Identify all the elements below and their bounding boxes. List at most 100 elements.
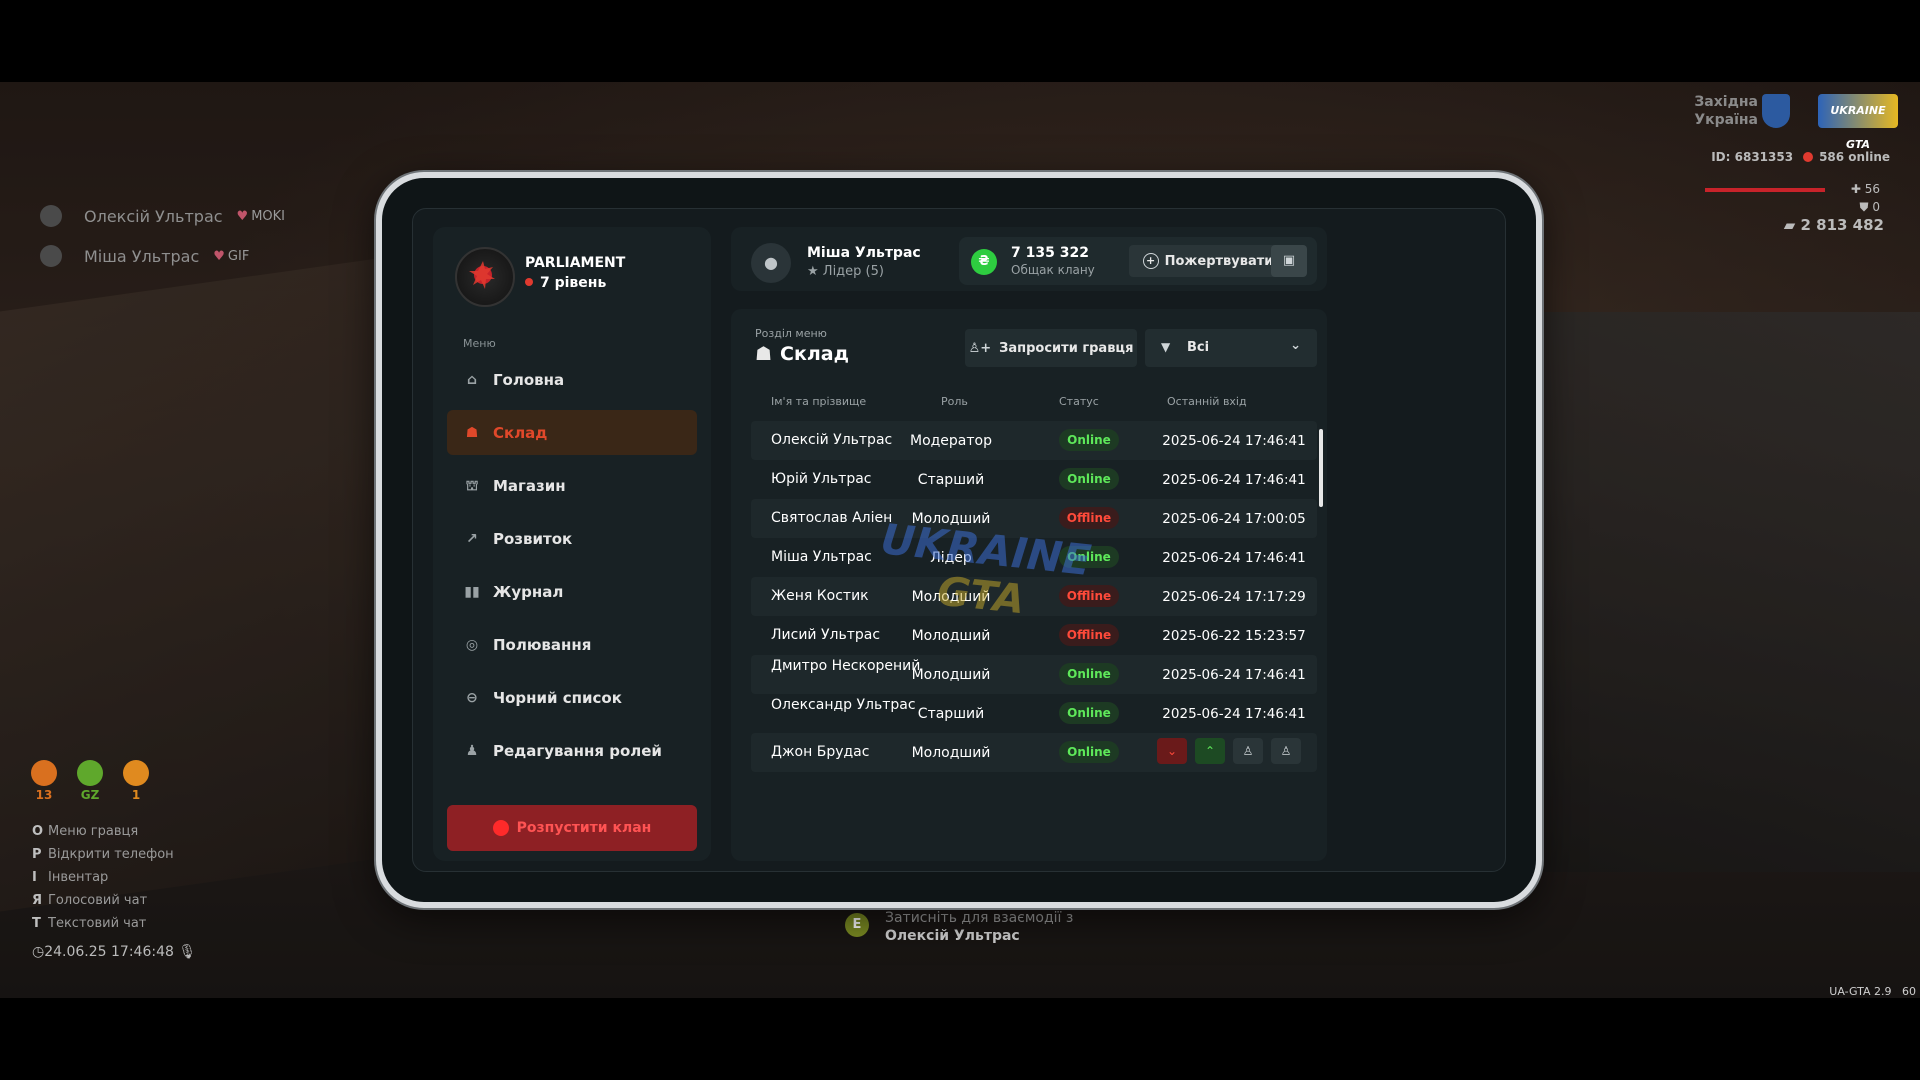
chart-icon: ↗ <box>466 530 478 547</box>
column-header-status: Статус <box>1059 395 1099 408</box>
treasury-label: Общак клану <box>1011 263 1095 277</box>
column-header-name: Ім'я та прізвище <box>771 395 867 408</box>
kick-button[interactable]: ♙ <box>1233 738 1263 764</box>
invite-player-button[interactable]: ♙+ Запросити гравця <box>965 329 1137 367</box>
chat-entry: Міша Ультрас ♥ GIF <box>40 236 285 276</box>
keybind-row: I Інвентар <box>32 870 109 885</box>
demote-button[interactable]: ⌄ <box>1157 738 1187 764</box>
members-icon: ☗ <box>465 424 479 441</box>
sidebar-item-log[interactable]: ▮▮ Журнал <box>447 569 697 614</box>
region-shield-icon <box>1762 94 1790 128</box>
column-header-last-login: Останній вхід <box>1167 395 1247 408</box>
avatar <box>40 245 62 267</box>
interact-key-icon: E <box>845 913 869 937</box>
armor-value: ⛊ 0 <box>1859 200 1880 214</box>
server-logo: UKRAINE GTA <box>1818 94 1898 151</box>
hud-stats: 13 GZ 1 <box>30 760 150 802</box>
clan-emblem-icon <box>469 261 495 289</box>
status-badge: Online <box>1059 468 1119 490</box>
status-badge: Online <box>1059 741 1119 763</box>
keybind-row: P Відкрити телефон <box>32 847 174 862</box>
stat-indicator: GZ <box>76 760 104 802</box>
prompt-target: Олексій Ультрас <box>885 928 1020 944</box>
star-icon: ★ <box>807 264 819 279</box>
user-edit-icon: ♟ <box>465 742 479 759</box>
wallet-button[interactable]: ▣ <box>1271 245 1307 277</box>
sidebar-item-hunting[interactable]: ◎ Полювання <box>447 622 697 667</box>
chat-entry: Олексій Ультрас ♥ MOKI <box>40 196 285 236</box>
clan-level: 7 рівень <box>525 275 606 291</box>
sidebar: PARLIAMENT 7 рівень Меню ⌂ Головна ☗ Склад… <box>433 227 711 861</box>
clan-logo <box>455 247 515 307</box>
table-header: Ім'я та прізвище Роль Статус Останній вх… <box>751 395 1317 415</box>
heart-icon: ♥ <box>236 208 249 224</box>
clock-icon: ◷ <box>32 944 45 960</box>
avatar: ● <box>751 243 791 283</box>
disband-clan-button[interactable]: Розпустити клан <box>447 805 697 851</box>
level-dot-icon <box>525 278 533 286</box>
sidebar-item-edit-roles[interactable]: ♟ Редагування ролей <box>447 728 697 773</box>
table-row[interactable]: Джон Брудас Молодший Online ⌄ ⌃ ♙ ♙ <box>751 733 1317 772</box>
chevron-down-icon: ⌄ <box>1166 744 1178 758</box>
sidebar-item-members[interactable]: ☗ Склад <box>447 410 697 455</box>
donate-button[interactable]: + Пожертвувати <box>1129 245 1287 277</box>
chevron-down-icon: ⌄ <box>1290 338 1301 353</box>
user-icon: ● <box>764 253 778 272</box>
chevron-up-icon: ⌃ <box>1204 744 1216 758</box>
promote-button[interactable]: ⌃ <box>1195 738 1225 764</box>
tablet-frame: PARLIAMENT 7 рівень Меню ⌂ Головна ☗ Склад… <box>376 172 1542 908</box>
block-icon: ⊖ <box>466 689 478 706</box>
microphone-icon: 🎙 <box>178 944 197 960</box>
status-filter-select[interactable]: ▼ Всі ⌄ <box>1145 329 1317 367</box>
avatar <box>40 205 62 227</box>
health-bar <box>1705 188 1825 192</box>
player-name: Міша Ультрас <box>807 245 921 261</box>
keybind-row: Я Голосовий чат <box>32 893 148 908</box>
interaction-prompt: E Затисніть для взаємодії з Олексій Ульт… <box>845 910 1073 944</box>
stat-indicator: 13 <box>30 760 58 802</box>
filter-icon: ▼ <box>1161 340 1171 354</box>
online-dot-icon <box>1803 152 1814 162</box>
add-user-icon: ♙+ <box>968 340 992 356</box>
section-label: Розділ меню <box>755 327 827 340</box>
sidebar-item-home[interactable]: ⌂ Головна <box>447 357 697 402</box>
scrollbar[interactable] <box>1319 429 1323 507</box>
prompt-text: Затисніть для взаємодії з <box>885 910 1074 926</box>
row-actions: ⌄ ⌃ ♙ ♙ <box>1157 738 1301 764</box>
health-value: ✚ 56 <box>1850 182 1880 196</box>
status-badge: Online <box>1059 702 1119 724</box>
plus-icon: + <box>1142 253 1159 269</box>
hud-player-id: ID: 6831353 586 online <box>1711 150 1890 164</box>
user-options-button[interactable]: ♙ <box>1271 738 1301 764</box>
column-header-role: Роль <box>941 395 968 408</box>
book-icon: ▮▮ <box>464 583 480 600</box>
treasury-value: 7 135 322 <box>1011 245 1089 261</box>
wallet-icon: ▣ <box>1282 253 1296 268</box>
table-row[interactable]: Олександр Ультрас Старший Online 2025-06… <box>751 694 1317 733</box>
keybind-hints: O Меню гравця P Відкрити телефон I Інвентар… <box>32 820 174 935</box>
table-row[interactable]: Юрій Ультрас Старший Online 2025-06-24 1… <box>751 460 1317 499</box>
keybind-row: T Текстовий чат <box>32 916 147 931</box>
clan-name: PARLIAMENT <box>525 255 626 271</box>
home-icon: ⌂ <box>466 371 478 388</box>
heart-icon: ♥ <box>213 248 225 264</box>
user-settings-icon: ♙ <box>1280 744 1292 758</box>
currency-icon: ₴ <box>971 249 997 275</box>
tablet-screen: PARLIAMENT 7 рівень Меню ⌂ Головна ☗ Склад… <box>412 208 1506 872</box>
table-row[interactable]: Дмитро Нескорений Молодший Online 2025-0… <box>751 655 1317 694</box>
status-badge: Offline <box>1059 507 1119 529</box>
sidebar-menu: ⌂ Головна ☗ Склад ⛫ Магазин ↗ Розвиток ▮▮ Жур… <box>447 357 697 781</box>
status-badge: Online <box>1059 429 1119 451</box>
treasury-panel: ₴ 7 135 322 Общак клану + Пожертвувати ▣ <box>959 237 1317 285</box>
stat-indicator: 1 <box>122 760 150 802</box>
sidebar-item-shop[interactable]: ⛫ Магазин <box>447 463 697 508</box>
menu-label: Меню <box>463 337 496 350</box>
hud-region-name: Західна Україна <box>1694 94 1758 128</box>
page-title: ☗ Склад <box>755 343 849 365</box>
game-version: UA-GTA 2.9 60 <box>1829 985 1916 998</box>
table-row[interactable]: Олексій Ультрас Модератор Online 2025-06… <box>751 421 1317 460</box>
voice-chat-list: Олексій Ультрас ♥ MOKI Міша Ультрас ♥ GIF <box>40 196 285 276</box>
sidebar-item-development[interactable]: ↗ Розвиток <box>447 516 697 561</box>
cash-value: ▰ 2 813 482 <box>1783 216 1884 234</box>
sidebar-item-blacklist[interactable]: ⊖ Чорний список <box>447 675 697 720</box>
